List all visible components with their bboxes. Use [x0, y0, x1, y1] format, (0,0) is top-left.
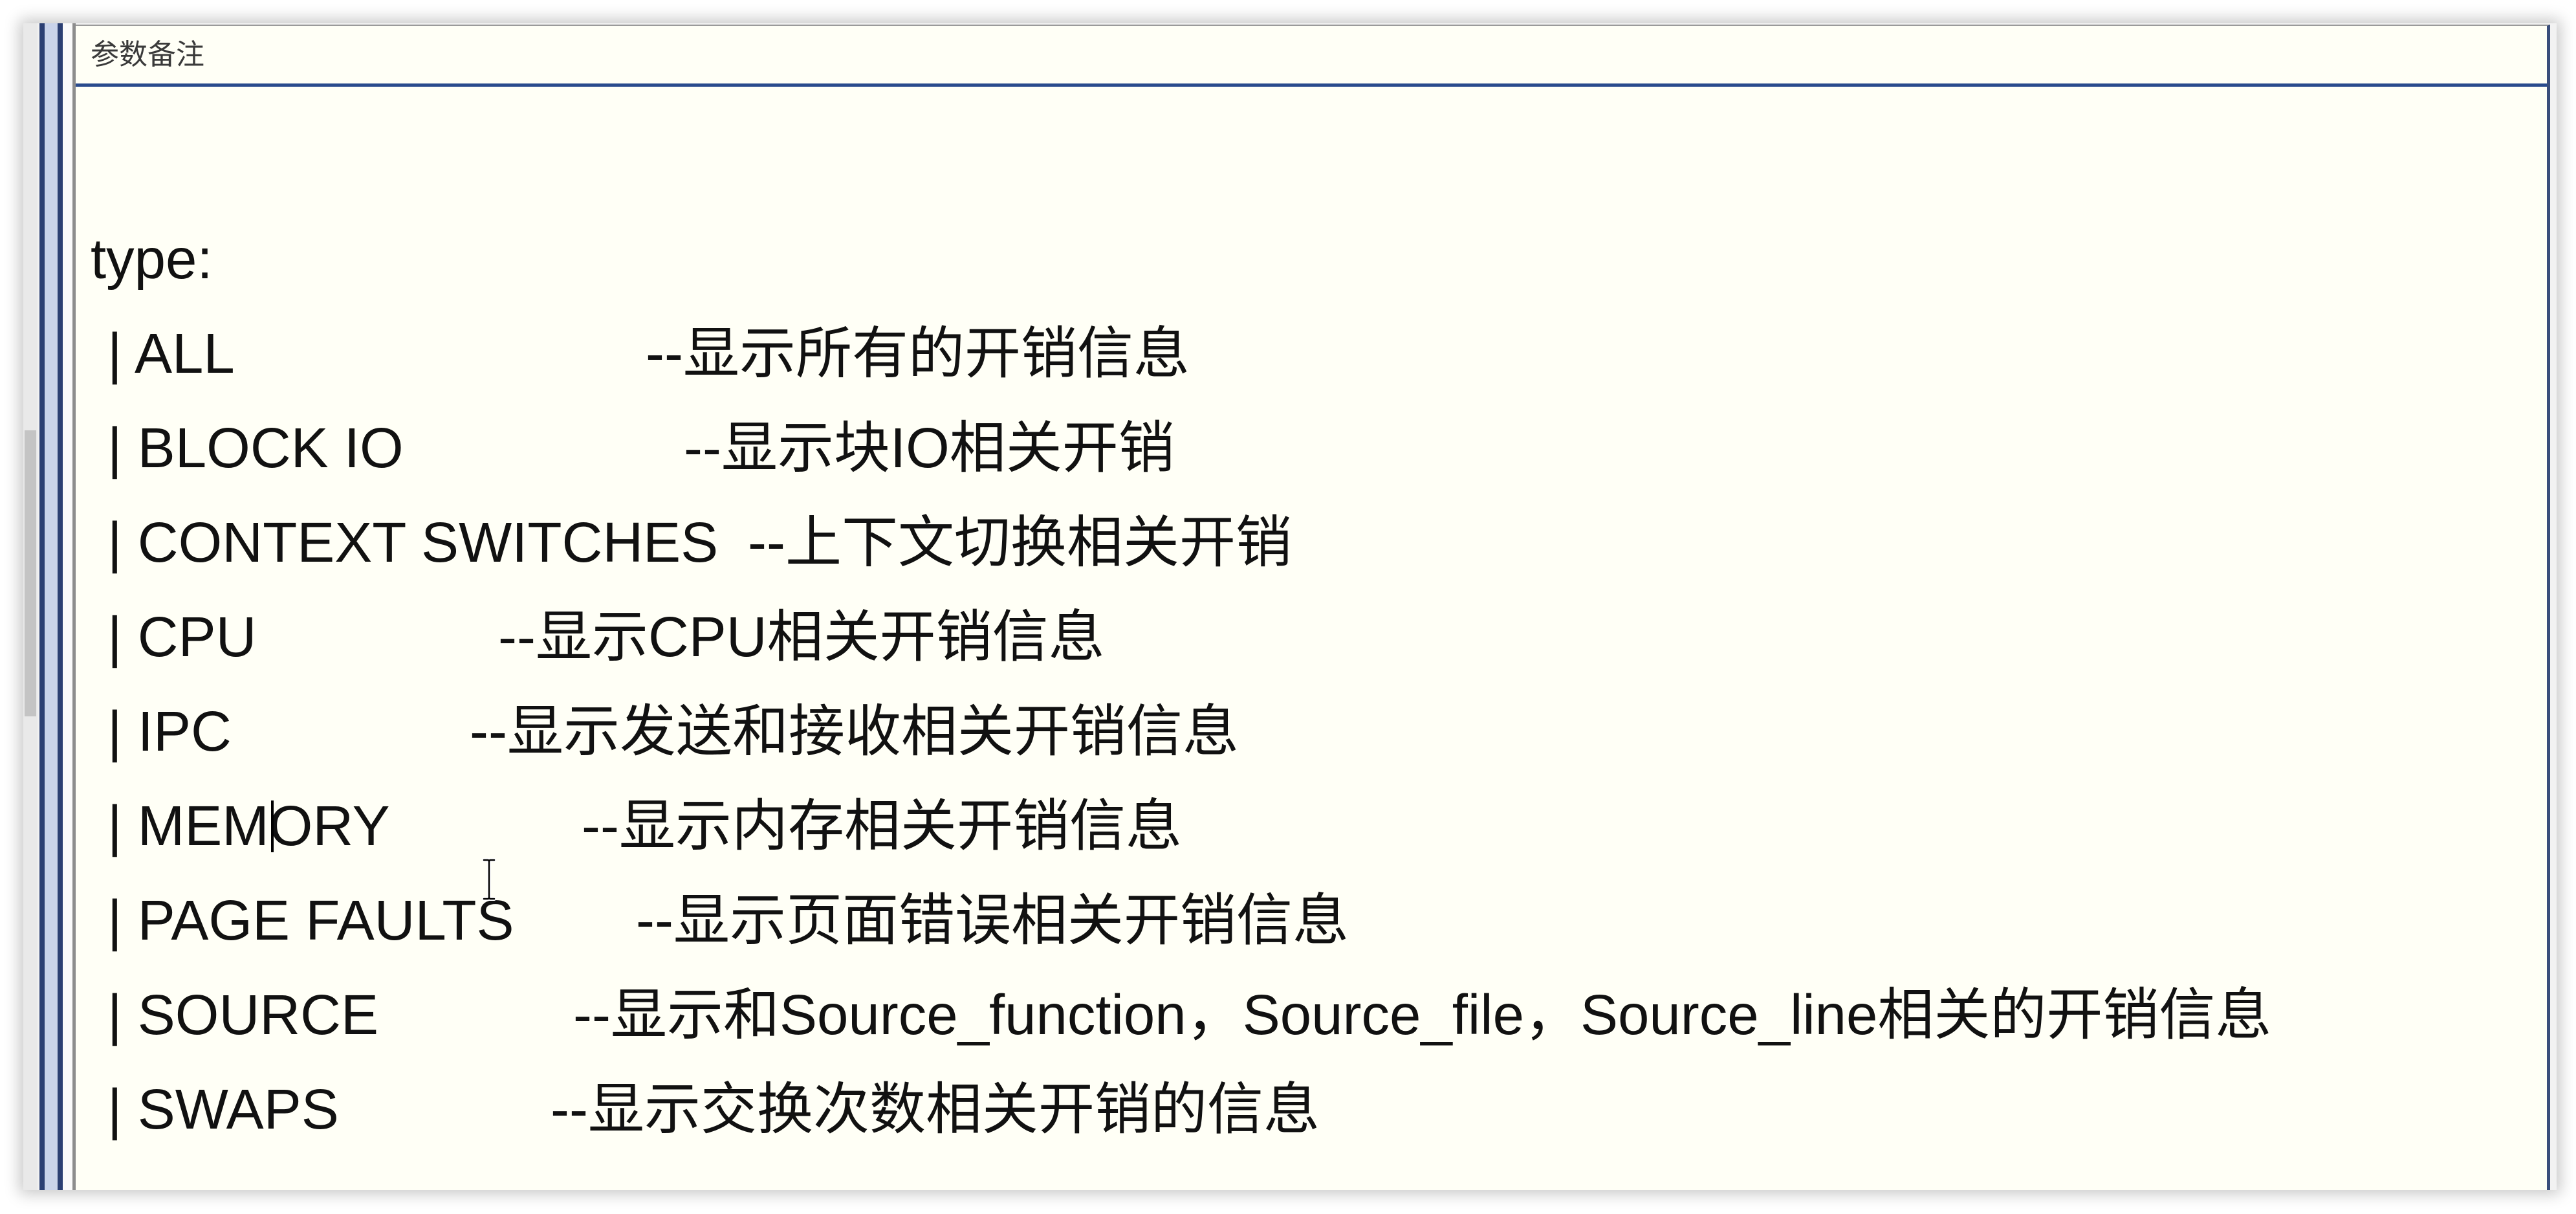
- text-caret: [271, 800, 274, 852]
- ibeam-cursor-icon: [481, 858, 497, 901]
- side-rail-line: [58, 23, 63, 1190]
- notes-window: 参数备注 type: | ALL --显示所有的开销信息 | BLOCK IO …: [23, 23, 2557, 1190]
- option-description: --显示页面错误相关开销信息: [636, 889, 1349, 952]
- option-name: | SOURCE: [107, 984, 378, 1046]
- option-name: | MEMORY: [107, 795, 390, 857]
- option-name: | CONTEXT SWITCHES: [107, 511, 719, 574]
- option-description: --显示块IO相关开销: [684, 417, 1175, 480]
- option-description: --显示CPU相关开销信息: [498, 606, 1105, 668]
- notes-editor[interactable]: 参数备注 type: | ALL --显示所有的开销信息 | BLOCK IO …: [76, 25, 2550, 1190]
- option-description: --显示内存相关开销信息: [582, 795, 1182, 857]
- option-name: | IPC: [107, 700, 232, 763]
- side-rail-line: [39, 23, 45, 1190]
- option-name: | BLOCK IO: [107, 417, 404, 480]
- panel-header: 参数备注: [76, 26, 2547, 87]
- panel-title: 参数备注: [91, 39, 204, 71]
- option-description: --显示所有的开销信息: [646, 322, 1190, 385]
- option-name: | PAGE FAULTS: [107, 889, 514, 952]
- option-name: | CPU: [107, 606, 257, 668]
- option-description: --显示发送和接收相关开销信息: [470, 700, 1239, 763]
- option-description: --上下文切换相关开销: [748, 511, 1292, 574]
- option-description: --显示交换次数相关开销的信息: [551, 1078, 1320, 1141]
- scrollbar-thumb[interactable]: [25, 430, 36, 716]
- option-name: | SWAPS: [107, 1078, 339, 1141]
- side-rail-fill: [45, 23, 58, 1190]
- option-name: | ALL: [107, 322, 235, 385]
- option-description: --显示和Source_function，Source_file，Source_…: [573, 984, 2272, 1046]
- side-rail-gap: [63, 23, 72, 1190]
- type-heading: type:: [91, 228, 213, 291]
- left-scrollbar[interactable]: [23, 23, 38, 1190]
